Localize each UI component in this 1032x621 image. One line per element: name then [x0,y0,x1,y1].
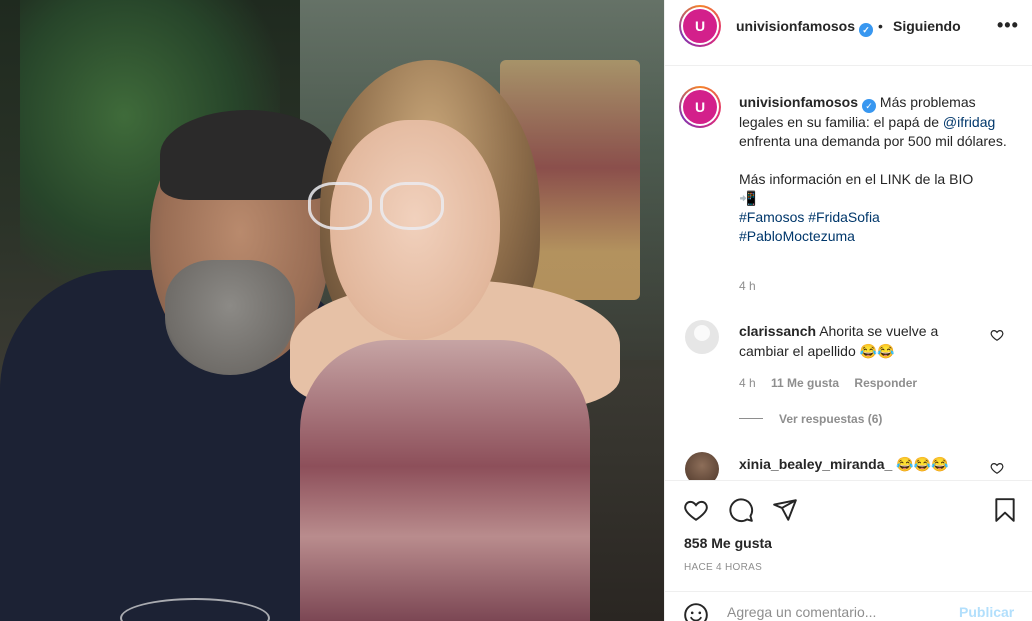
caption-username[interactable]: univisionfamosos [739,94,858,110]
post-actions: 858 Me gusta HACE 4 HORAS Publicar [665,480,1032,621]
comment-bubble-icon[interactable] [728,497,754,523]
comment-time[interactable]: 4 h [739,376,756,390]
likes-count[interactable]: 858 Me gusta [684,535,772,551]
comment-heart-icon[interactable] [990,461,1004,475]
comment-username[interactable]: xinia_bealey_miranda_ [739,456,892,472]
univision-logo-icon: U [683,9,717,43]
comment-avatar[interactable] [685,452,719,480]
comment-avatar[interactable] [685,320,719,354]
smiley-icon[interactable] [683,602,709,621]
caption-avatar[interactable]: U [679,86,721,128]
caption-time[interactable]: 4 h [739,279,756,293]
header-username-text[interactable]: univisionfamosos [736,18,855,34]
verified-badge-icon: ✓ [859,23,874,37]
photo-woman-dress [300,340,590,621]
replies-line [739,418,763,419]
view-replies-button[interactable]: Ver respuestas (6) [739,412,882,426]
paper-plane-icon[interactable] [772,497,798,523]
comment-likes[interactable]: 11 Me gusta [771,376,839,390]
verified-badge-icon: ✓ [862,99,877,113]
heart-icon[interactable] [683,497,709,523]
profile-avatar[interactable]: U [679,5,721,47]
caption-text: univisionfamosos ✓ Más problemas legales … [739,93,1019,246]
caption-body-3: Más información en el LINK de la BIO [739,171,974,187]
more-options-icon[interactable]: ••• [997,15,1019,36]
comment-text: clarissanch Ahorita se vuelve a cambiar … [739,321,979,361]
post-header: U univisionfamosos ✓ • Siguiendo ••• [665,0,1032,66]
header-separator: • [878,18,883,34]
hashtag-link[interactable]: #PabloMoctezuma [739,228,855,244]
photo-glasses-right [380,182,444,230]
publish-button[interactable]: Publicar [959,604,1014,620]
comment-meta: 4 h 11 Me gusta Responder [739,376,929,390]
photo-man-hair [160,110,335,200]
photo-woman-face [330,120,500,340]
univision-logo-icon: U [683,90,717,124]
view-replies-label[interactable]: Ver respuestas (6) [779,412,882,426]
photo-man-beard [165,260,295,375]
header-username[interactable]: univisionfamosos ✓ [736,18,874,37]
post-photo[interactable] [0,0,664,621]
add-comment-bar: Publicar [665,591,1032,621]
comment-input[interactable] [727,604,947,620]
hashtag-link[interactable]: #Famosos [739,209,804,225]
caption-mention-link[interactable]: @ifridag [943,114,995,130]
comment-body: 😂😂😂 [896,456,949,472]
hashtag-link[interactable]: #FridaSofia [808,209,880,225]
comment-heart-icon[interactable] [990,328,1004,342]
bookmark-icon[interactable] [992,497,1018,523]
comments-section[interactable]: U univisionfamosos ✓ Más problemas legale… [665,66,1032,480]
following-button[interactable]: Siguiendo [893,18,961,34]
reply-button[interactable]: Responder [854,376,917,390]
comment-username[interactable]: clarissanch [739,323,816,339]
caption-body-2: enfrenta una demanda por 500 mil dólares… [739,133,1007,149]
mobile-arrow-emoji: 📲 [739,190,757,206]
photo-glasses-left [308,182,372,230]
post-side-panel: U univisionfamosos ✓ • Siguiendo ••• U un… [664,0,1032,621]
post-timestamp[interactable]: HACE 4 HORAS [684,562,762,573]
comment-text: xinia_bealey_miranda_ 😂😂😂 [739,454,979,474]
